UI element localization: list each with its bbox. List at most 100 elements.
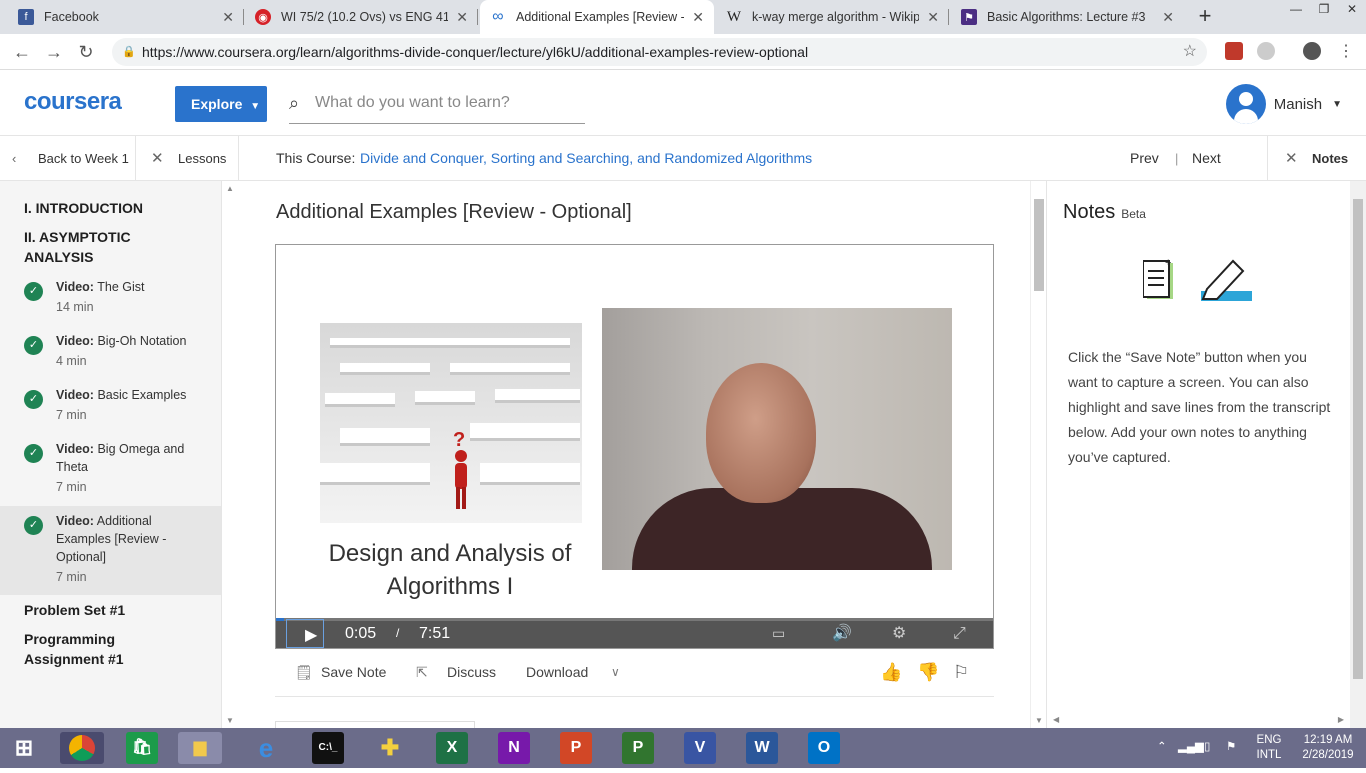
- close-tab-icon[interactable]: ✕: [692, 9, 704, 26]
- search-input[interactable]: ⌕ What do you want to learn?: [289, 86, 585, 124]
- coursera-icon: ∞: [492, 8, 504, 25]
- programming-assignment-link[interactable]: Programming Assignment #1: [24, 629, 144, 669]
- url-bar[interactable]: 🔒 https://www.coursera.org/learn/algorit…: [112, 38, 1207, 66]
- chrome-icon[interactable]: [60, 732, 104, 764]
- progress-bar[interactable]: [276, 618, 993, 621]
- url-text: https://www.coursera.org/learn/algorithm…: [142, 44, 809, 60]
- play-button[interactable]: ▶: [286, 619, 324, 648]
- restore-icon[interactable]: ❐: [1310, 0, 1338, 20]
- problem-set-link[interactable]: Problem Set #1: [24, 600, 125, 620]
- tray-chevron-icon[interactable]: ⌃: [1157, 740, 1167, 755]
- project-icon[interactable]: P: [622, 732, 654, 764]
- close-window-icon[interactable]: ✕: [1338, 0, 1366, 20]
- onenote-icon[interactable]: N: [498, 732, 530, 764]
- video-player[interactable]: ? Design and Analysis of Algorithms I ▶ …: [275, 244, 994, 649]
- store-icon[interactable]: 🛍: [126, 732, 158, 764]
- close-tab-icon[interactable]: ✕: [222, 9, 234, 26]
- fullscreen-icon[interactable]: ⤢: [953, 618, 966, 648]
- minimize-icon[interactable]: —: [1282, 0, 1310, 20]
- chevron-down-icon[interactable]: ∨: [611, 651, 620, 693]
- scroll-thumb[interactable]: [1353, 199, 1363, 679]
- avatar: [1225, 84, 1266, 124]
- explore-button[interactable]: Explore ▼: [175, 86, 267, 122]
- scroll-up-icon[interactable]: ▲: [226, 184, 234, 193]
- pocket-extension-icon[interactable]: [1225, 42, 1243, 60]
- subtitles-icon[interactable]: ▭: [772, 618, 785, 648]
- extension-icon[interactable]: [1257, 42, 1275, 60]
- tab-title: Additional Examples [Review - O: [516, 10, 685, 24]
- clock[interactable]: 12:19 AM 2/28/2019: [1290, 733, 1366, 763]
- signal-icon[interactable]: ▂▄▆: [1178, 740, 1204, 755]
- svg-text:+: +: [1165, 257, 1171, 269]
- notes-title: Notes: [1063, 201, 1116, 223]
- prev-button[interactable]: Prev: [1130, 136, 1159, 181]
- visio-icon[interactable]: V: [684, 732, 716, 764]
- profile-icon[interactable]: [1303, 42, 1321, 60]
- sidebar-item-big-oh[interactable]: ✓ Video: Big-Oh Notation 4 min: [0, 332, 221, 372]
- word-icon[interactable]: W: [746, 732, 778, 764]
- windows-start-icon[interactable]: ⊞: [8, 732, 40, 764]
- course-link[interactable]: Divide and Conquer, Sorting and Searchin…: [360, 136, 812, 181]
- close-lessons-icon[interactable]: ✕: [151, 136, 164, 181]
- scroll-left-icon[interactable]: ◀: [1053, 715, 1059, 724]
- file-explorer-icon[interactable]: ▆: [178, 732, 222, 764]
- tab-title: WI 75/2 (10.2 Ovs) vs ENG 418/6: [281, 10, 449, 24]
- reload-icon[interactable]: ↻: [74, 40, 98, 64]
- question-figure-icon: ?: [453, 430, 467, 509]
- new-tab-button[interactable]: +: [1192, 4, 1218, 30]
- next-button[interactable]: Next: [1192, 136, 1221, 181]
- scroll-down-icon[interactable]: ▼: [1035, 716, 1043, 725]
- volume-icon[interactable]: 🔊: [832, 618, 852, 648]
- forward-arrow-icon[interactable]: →: [42, 40, 66, 64]
- tab-coursera[interactable]: ∞ Additional Examples [Review - O ✕: [480, 0, 714, 34]
- powerpoint-icon[interactable]: P: [560, 732, 592, 764]
- sidebar-scrollbar[interactable]: ▲ ▼: [222, 181, 238, 728]
- close-tab-icon[interactable]: ✕: [456, 9, 468, 26]
- thumbs-down-icon[interactable]: 👎: [917, 651, 939, 693]
- section-asymptotic-analysis[interactable]: II. ASYMPTOTIC ANALYSIS: [24, 227, 194, 267]
- tab-wikipedia[interactable]: W k-way merge algorithm - Wikipe ✕: [716, 0, 949, 34]
- sidebar-item-the-gist[interactable]: ✓ Video: The Gist 14 min: [0, 278, 221, 318]
- app-plus-icon[interactable]: ✚: [374, 732, 406, 764]
- discuss-button[interactable]: Discuss: [447, 651, 496, 693]
- language-indicator[interactable]: ENG INTL: [1252, 733, 1286, 763]
- gear-icon[interactable]: ⚙: [892, 618, 906, 648]
- close-notes-icon[interactable]: ✕: [1285, 136, 1298, 181]
- command-prompt-icon[interactable]: C:\_: [312, 732, 344, 764]
- notes-toggle[interactable]: Notes: [1312, 136, 1348, 181]
- check-circle-icon: ✓: [24, 282, 43, 301]
- scroll-right-icon[interactable]: ▶: [1338, 715, 1344, 724]
- sidebar-item-basic-examples[interactable]: ✓ Video: Basic Examples 7 min: [0, 386, 221, 426]
- instructor-video: [602, 308, 952, 570]
- tab-basic-algorithms[interactable]: ⚑ Basic Algorithms: Lecture #3 ✕: [951, 0, 1184, 34]
- sidebar-item-additional-examples[interactable]: ✓ Video: Additional Examples [Review - O…: [0, 506, 221, 595]
- lessons-toggle[interactable]: Lessons: [178, 136, 226, 181]
- save-note-button[interactable]: Save Note: [321, 651, 386, 693]
- close-tab-icon[interactable]: ✕: [927, 9, 939, 26]
- scroll-thumb[interactable]: [1034, 199, 1044, 291]
- back-arrow-icon[interactable]: ←: [10, 40, 34, 64]
- user-menu[interactable]: Manish ▼: [1225, 84, 1342, 124]
- sidebar-item-big-omega[interactable]: ✓ Video: Big Omega and Theta 7 min: [0, 440, 221, 498]
- back-to-week-link[interactable]: Back to Week 1: [38, 136, 129, 181]
- search-icon: ⌕: [289, 93, 300, 113]
- tab-cricket[interactable]: ◉ WI 75/2 (10.2 Ovs) vs ENG 418/6 ✕: [245, 0, 478, 34]
- tab-facebook[interactable]: f Facebook ✕: [8, 0, 244, 34]
- outlook-icon[interactable]: O: [808, 732, 840, 764]
- close-tab-icon[interactable]: ✕: [1162, 9, 1174, 26]
- excel-icon[interactable]: X: [436, 732, 468, 764]
- section-introduction[interactable]: I. INTRODUCTION: [24, 198, 143, 218]
- divider: [135, 136, 136, 181]
- menu-kebab-icon[interactable]: ⋮: [1334, 40, 1358, 64]
- battery-icon[interactable]: ▯: [1204, 740, 1210, 755]
- thumbs-up-icon[interactable]: 👍: [880, 651, 902, 693]
- scroll-down-icon[interactable]: ▼: [226, 716, 234, 725]
- notes-scrollbar[interactable]: [1350, 181, 1366, 728]
- internet-explorer-icon[interactable]: e: [250, 732, 282, 764]
- bookmark-star-icon[interactable]: ☆: [1183, 38, 1197, 66]
- flag-icon[interactable]: ⚐: [953, 651, 969, 693]
- coursera-logo[interactable]: coursera: [24, 88, 122, 116]
- download-button[interactable]: Download: [526, 651, 588, 693]
- main-scrollbar[interactable]: ▼: [1030, 181, 1046, 728]
- flag-tray-icon[interactable]: ⚑: [1226, 740, 1236, 755]
